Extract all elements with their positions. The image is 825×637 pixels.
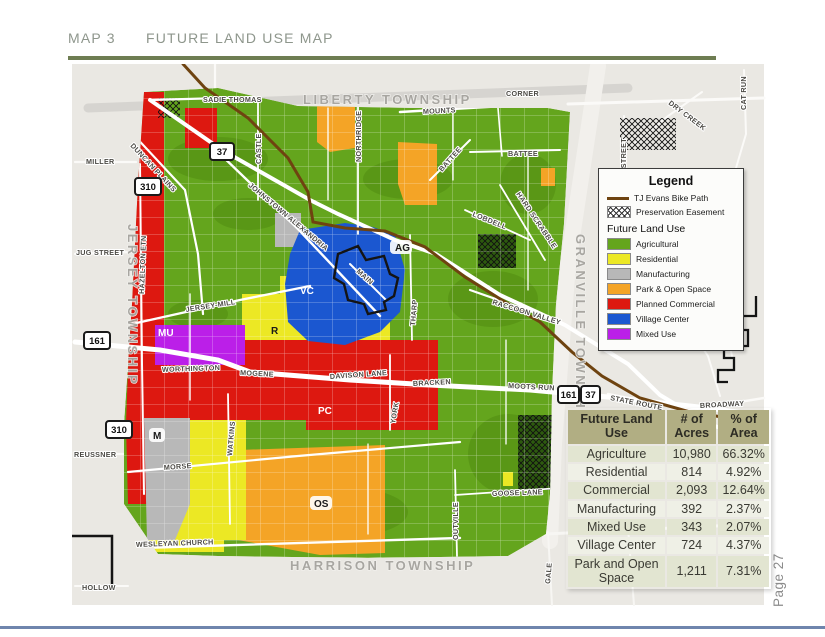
- map-title-label: FUTURE LAND USE MAP: [146, 30, 334, 46]
- title-rule: [68, 56, 716, 60]
- col-header-land-use: Future Land Use: [568, 410, 665, 444]
- map-number-label: MAP 3: [68, 30, 146, 46]
- color-swatch: [607, 298, 631, 310]
- bike-path-swatch: [607, 197, 629, 200]
- zone-label-os: OS: [314, 499, 329, 510]
- road-label: CORNER: [506, 89, 539, 98]
- table-row: Residential8144.92%: [568, 464, 769, 480]
- road-label: REUSSNER: [74, 450, 117, 459]
- road-label: MOGENE: [240, 368, 274, 379]
- zone-label-mu: MU: [158, 328, 174, 339]
- legend-item-agricultural: Agricultural: [607, 238, 735, 250]
- legend-item-manufacturing: Manufacturing: [607, 268, 735, 280]
- document-page: MAP 3FUTURE LAND USE MAP: [0, 0, 825, 637]
- road-label: JUG STREET: [76, 248, 124, 257]
- road-label: GOOSE LANE: [492, 487, 543, 498]
- col-header-acres: # of Acres: [667, 410, 716, 444]
- zone-label-r: R: [271, 326, 279, 337]
- table-row: Manufacturing3922.37%: [568, 501, 769, 517]
- road-label: HOLLOW: [82, 583, 116, 592]
- svg-text:310: 310: [111, 425, 127, 436]
- color-swatch: [607, 253, 631, 265]
- map-legend: Legend TJ Evans Bike Path Preservation E…: [598, 168, 744, 351]
- table-row: Commercial2,09312.64%: [568, 482, 769, 498]
- legend-item-planned-commercial: Planned Commercial: [607, 298, 735, 310]
- table-row: Mixed Use3432.07%: [568, 519, 769, 535]
- table-row: Park and Open Space1,2117.31%: [568, 556, 769, 587]
- legend-section-title: Future Land Use: [607, 223, 735, 235]
- road-label: NORTHRIDGE: [354, 111, 363, 162]
- road-label: MILLER: [86, 157, 115, 166]
- road-label: SADIE THOMAS: [203, 95, 262, 104]
- zone-label-pc: PC: [318, 406, 332, 417]
- zone-label-ag: AG: [395, 243, 410, 254]
- table-row: Village Center7244.37%: [568, 537, 769, 553]
- road-label: CAT RUN: [739, 76, 748, 110]
- road-label: OUTVILLE: [451, 502, 460, 540]
- road-label: BATTEE: [508, 149, 538, 158]
- township-label-harrison: HARRISON TOWNSHIP: [290, 558, 475, 573]
- route-shield-161: 161: [84, 332, 110, 349]
- table-header-row: Future Land Use # of Acres % of Area: [568, 410, 769, 444]
- svg-text:37: 37: [585, 390, 596, 401]
- col-header-area: % of Area: [718, 410, 769, 444]
- road-label: CASTLE: [254, 133, 263, 164]
- table-row: Agriculture10,98066.32%: [568, 446, 769, 462]
- zone-label-vc: VC: [300, 286, 314, 297]
- footer-rule: [0, 626, 825, 629]
- road-label: MOUNTS: [423, 105, 456, 116]
- route-shield-161-east: 161: [558, 386, 579, 403]
- legend-item-park-open-space: Park & Open Space: [607, 283, 735, 295]
- svg-text:161: 161: [561, 390, 578, 401]
- legend-item-mixed-use: Mixed Use: [607, 328, 735, 340]
- legend-title: Legend: [607, 174, 735, 188]
- legend-item-village-center: Village Center: [607, 313, 735, 325]
- legend-item-preservation: Preservation Easement: [607, 206, 735, 218]
- color-swatch: [607, 238, 631, 250]
- color-swatch: [607, 268, 631, 280]
- preservation-easement-patch: [620, 118, 676, 150]
- township-label-liberty: LIBERTY TOWNSHIP: [303, 92, 472, 107]
- road-label: GALE: [543, 562, 554, 584]
- color-swatch: [607, 328, 631, 340]
- route-shield-310-south: 310: [106, 421, 132, 438]
- svg-text:310: 310: [140, 182, 156, 193]
- route-shield-37: 37: [210, 143, 234, 160]
- zone-label-m: M: [153, 431, 161, 442]
- page-number: Page 27: [771, 553, 786, 607]
- route-shield-37-east: 37: [581, 386, 600, 403]
- legend-item-bike-path: TJ Evans Bike Path: [607, 193, 735, 203]
- legend-item-residential: Residential: [607, 253, 735, 265]
- preservation-swatch: [607, 206, 631, 218]
- svg-text:37: 37: [217, 147, 228, 158]
- route-shield-310: 310: [135, 178, 161, 195]
- land-use-table: Future Land Use # of Acres % of Area Agr…: [566, 408, 771, 589]
- color-swatch: [607, 313, 631, 325]
- color-swatch: [607, 283, 631, 295]
- svg-text:161: 161: [89, 336, 106, 347]
- page-title: MAP 3FUTURE LAND USE MAP: [68, 30, 718, 46]
